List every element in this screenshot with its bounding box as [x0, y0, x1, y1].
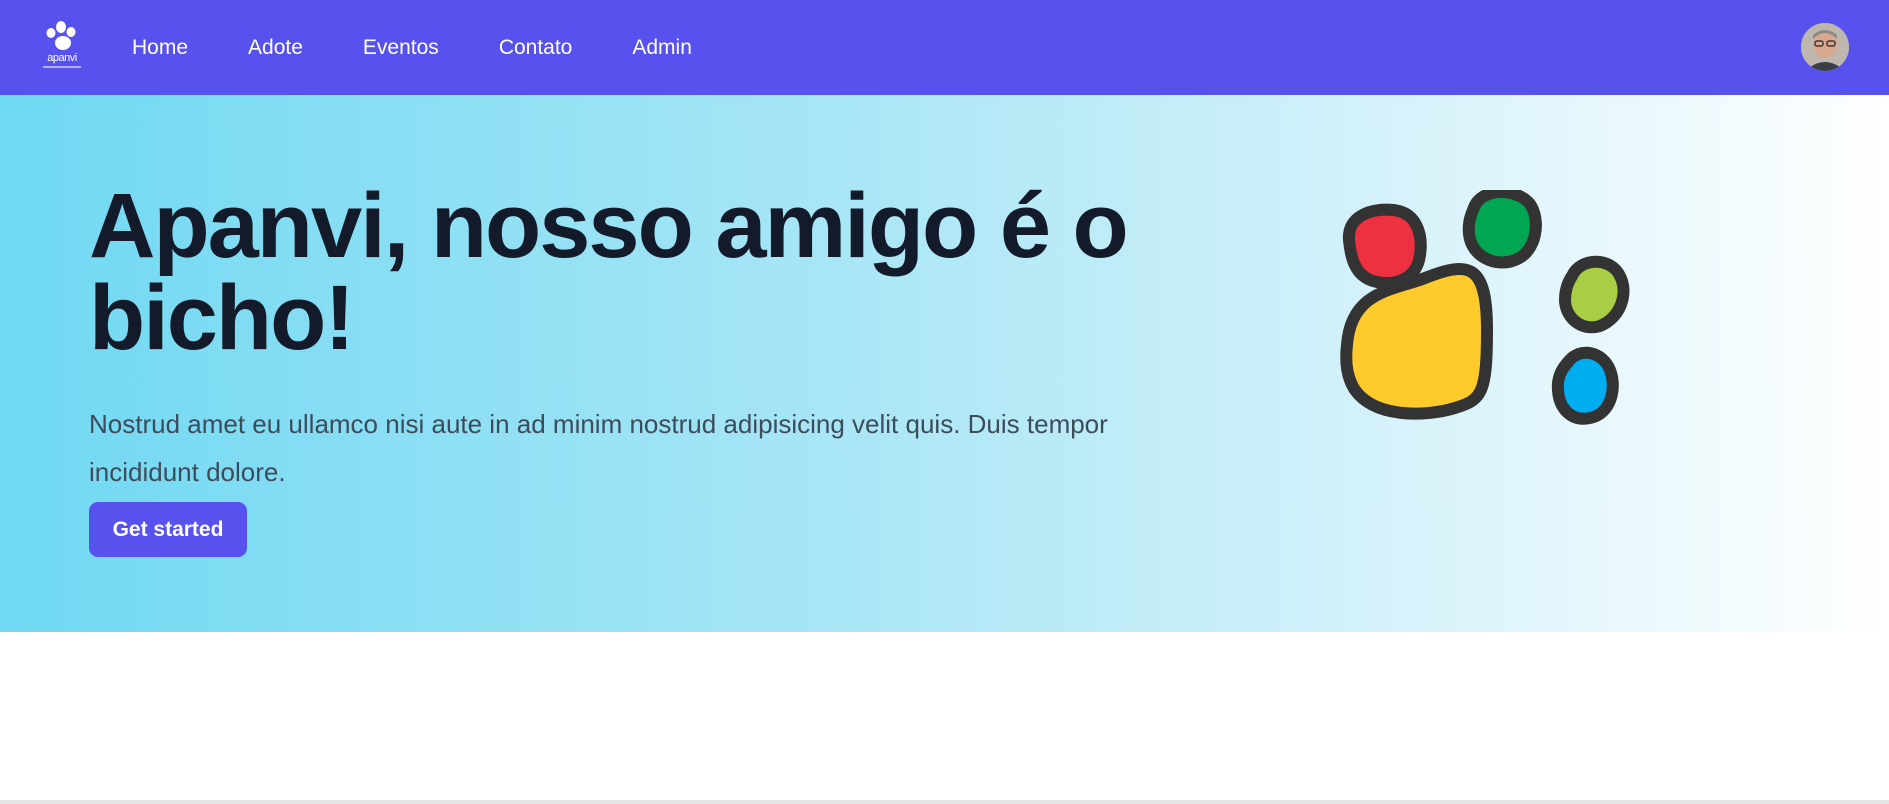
hero-description: Nostrud amet eu ullamco nisi aute in ad …	[89, 409, 1108, 487]
top-navbar: apanvi Home Adote Eventos Contato Admin	[0, 0, 1889, 95]
nav-item-eventos[interactable]: Eventos	[363, 0, 439, 95]
user-avatar-icon	[1801, 23, 1849, 71]
colorful-paw-illustration	[1335, 190, 1675, 550]
hero-section: Apanvi, nosso amigo é o bicho! Nostrud a…	[0, 95, 1889, 632]
user-avatar[interactable]	[1801, 23, 1849, 71]
paw-logo-icon	[46, 21, 76, 50]
main-nav: Home Adote Eventos Contato Admin	[132, 0, 752, 95]
colorful-paw-icon	[1340, 190, 1630, 425]
page-bottom-divider	[0, 800, 1889, 804]
nav-item-contato[interactable]: Contato	[499, 0, 573, 95]
brand-logo[interactable]: apanvi	[40, 20, 84, 74]
get-started-button[interactable]: Get started	[89, 502, 247, 557]
nav-item-home[interactable]: Home	[132, 0, 188, 95]
nav-item-adote[interactable]: Adote	[248, 0, 303, 95]
hero-title: Apanvi, nosso amigo é o bicho!	[89, 175, 1129, 369]
nav-item-admin[interactable]: Admin	[632, 0, 692, 95]
logo-text: apanvi	[47, 52, 77, 64]
logo-tagline	[43, 66, 81, 68]
